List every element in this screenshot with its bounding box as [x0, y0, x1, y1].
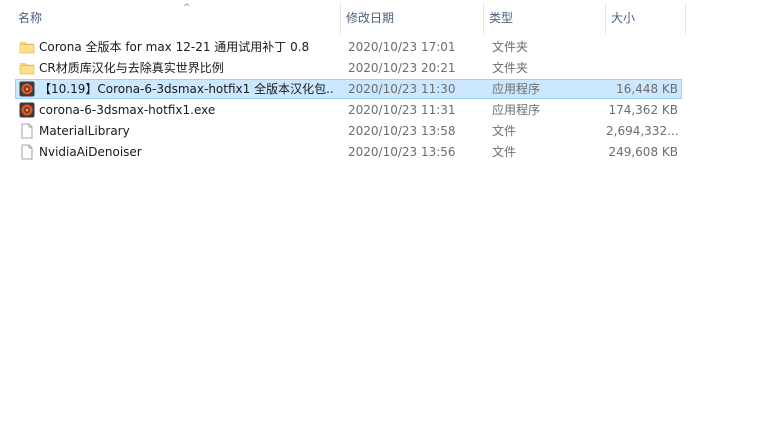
file-size: [606, 58, 678, 78]
file-row[interactable]: Corona 全版本 for max 12-21 通用试用补丁 0.8 2020/…: [0, 37, 690, 58]
file-name[interactable]: Corona 全版本 for max 12-21 通用试用补丁 0.8: [39, 37, 335, 57]
file-size: [606, 37, 678, 57]
file-name[interactable]: NvidiaAiDenoiser: [39, 142, 335, 162]
column-header-size[interactable]: 大小: [606, 4, 686, 34]
column-header-type-label: 类型: [489, 11, 514, 25]
file-row[interactable]: CR材质库汉化与去除真实世界比例 2020/10/23 20:21 文件夹: [0, 58, 690, 79]
column-header-date[interactable]: 修改日期: [341, 4, 484, 34]
column-header-type[interactable]: 类型: [484, 4, 606, 34]
file-icon: [19, 144, 35, 160]
file-icon: [19, 123, 35, 139]
file-name[interactable]: 【10.19】Corona-6-3dsmax-hotfix1 全版本汉化包...…: [39, 79, 335, 99]
file-type: 文件: [492, 145, 517, 159]
folder-icon: [19, 39, 35, 55]
file-row[interactable]: NvidiaAiDenoiser 2020/10/23 13:56 文件 249,60…: [0, 142, 690, 163]
file-type: 应用程序: [492, 103, 541, 117]
file-type: 文件夹: [492, 40, 529, 54]
file-name[interactable]: CR材质库汉化与去除真实世界比例: [39, 58, 335, 78]
file-modified-date: 2020/10/23 13:56: [348, 145, 456, 159]
column-header-name-label: 名称: [18, 11, 43, 25]
corona-app-icon: [19, 102, 35, 118]
file-row[interactable]: MaterialLibrary 2020/10/23 13:58 文件 2,694,3…: [0, 121, 690, 142]
column-header-name[interactable]: 名称 ^: [13, 3, 341, 34]
column-header-bar: 名称 ^ 修改日期 类型 大小: [0, 3, 690, 34]
file-size: 249,608 KB: [608, 145, 678, 159]
file-size: 16,448 KB: [616, 82, 678, 96]
file-modified-date: 2020/10/23 13:58: [348, 124, 456, 138]
file-list: Corona 全版本 for max 12-21 通用试用补丁 0.8 2020/…: [0, 37, 690, 163]
file-name[interactable]: MaterialLibrary: [39, 121, 335, 141]
column-header-date-label: 修改日期: [346, 11, 395, 25]
folder-icon: [19, 60, 35, 76]
file-size: 2,694,332...: [606, 124, 678, 138]
file-modified-date: 2020/10/23 11:31: [348, 103, 456, 117]
file-name[interactable]: corona-6-3dsmax-hotfix1.exe: [39, 100, 335, 120]
file-type: 文件: [492, 124, 517, 138]
sort-ascending-icon: ^: [183, 3, 191, 13]
file-type: 应用程序: [492, 82, 541, 96]
file-row[interactable]: corona-6-3dsmax-hotfix1.exe 2020/10/23 11…: [0, 100, 690, 121]
column-header-size-label: 大小: [611, 11, 636, 25]
file-modified-date: 2020/10/23 20:21: [348, 61, 456, 75]
file-row[interactable]: 【10.19】Corona-6-3dsmax-hotfix1 全版本汉化包...…: [0, 79, 690, 100]
file-modified-date: 2020/10/23 17:01: [348, 40, 456, 54]
file-modified-date: 2020/10/23 11:30: [348, 82, 456, 96]
file-explorer: 名称 ^ 修改日期 类型 大小 Corona 全版本 for max 12-21…: [0, 0, 781, 428]
file-type: 文件夹: [492, 61, 529, 75]
corona-app-icon: [19, 81, 35, 97]
file-size: 174,362 KB: [608, 103, 678, 117]
